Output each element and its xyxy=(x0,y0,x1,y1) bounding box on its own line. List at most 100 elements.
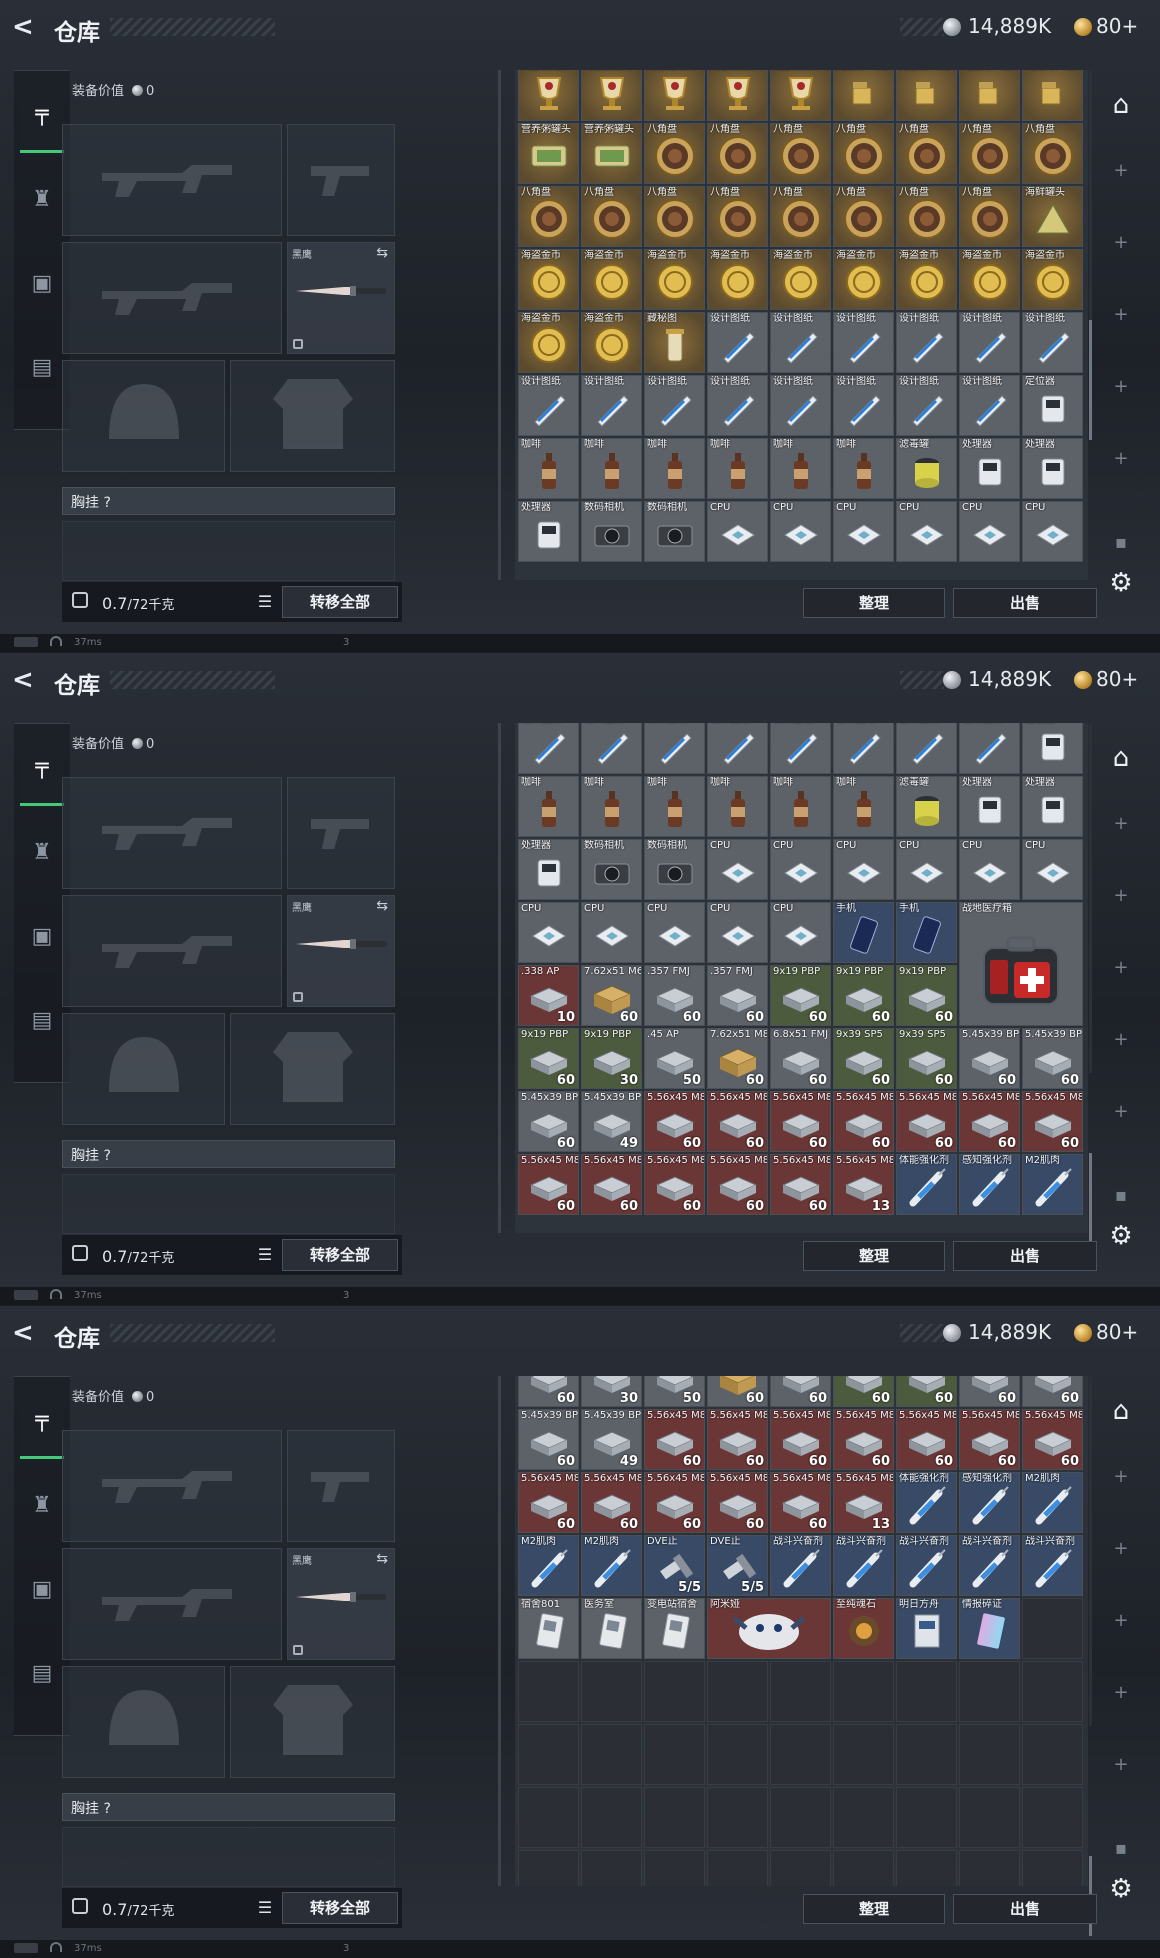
inventory-item[interactable]: CPU xyxy=(707,501,768,562)
inventory-item[interactable]: 5.45x39 BP 60 xyxy=(1022,1028,1083,1089)
inventory-item[interactable]: 战斗兴奋剂 xyxy=(896,1535,957,1596)
inventory-item[interactable]: 八角盘 xyxy=(644,123,705,184)
inventory-item[interactable]: 八角盘 xyxy=(581,186,642,247)
add-page-button[interactable]: + xyxy=(1108,1538,1134,1559)
inventory-item[interactable]: CPU xyxy=(644,902,705,963)
inventory-item[interactable]: 60 xyxy=(959,1376,1020,1407)
inventory-item[interactable]: 9x19 PBP 60 xyxy=(770,965,831,1026)
inventory-item[interactable]: CPU xyxy=(770,501,831,562)
inventory-item[interactable]: 八角盘 xyxy=(833,186,894,247)
inventory-item[interactable]: M2肌肉 xyxy=(518,1535,579,1596)
inventory-item[interactable]: 6.8x51 FMJ 60 xyxy=(770,1028,831,1089)
inventory-item[interactable]: 5.56x45 M855A1 60 xyxy=(833,1409,894,1470)
sidebar-backpack-tab[interactable]: ▣ xyxy=(20,245,64,321)
sidebar-weapon-tab[interactable]: ╤ xyxy=(20,1383,64,1459)
inventory-item[interactable]: 海盗金币 xyxy=(644,249,705,310)
inventory-item[interactable]: 滤毒罐 xyxy=(896,438,957,499)
add-page-button[interactable]: + xyxy=(1108,160,1134,181)
inventory-item[interactable]: 八角盘 xyxy=(770,123,831,184)
inventory-item[interactable]: DVE止 5/5 xyxy=(644,1535,705,1596)
inventory-item[interactable]: 设计图纸 xyxy=(644,723,705,774)
inventory-item[interactable]: 海盗金币 xyxy=(770,249,831,310)
inventory-item[interactable]: 处理器 xyxy=(959,438,1020,499)
inventory-item[interactable]: 定位器 xyxy=(1022,375,1083,436)
settings-button[interactable]: ⚙ xyxy=(1108,568,1134,598)
inventory-item[interactable]: CPU xyxy=(896,839,957,900)
inventory-item[interactable]: 战斗兴奋剂 xyxy=(959,1535,1020,1596)
inventory-item[interactable]: 5.56x45 M855A1 60 xyxy=(581,1154,642,1215)
secondary-weapon-slot[interactable] xyxy=(62,1548,282,1660)
inventory-item[interactable]: 八角盘 xyxy=(707,186,768,247)
inventory-item[interactable]: 5.56x45 M855A1 60 xyxy=(644,1091,705,1152)
pistol-slot[interactable] xyxy=(287,1430,395,1542)
inventory-item[interactable]: 海盗金币 xyxy=(833,249,894,310)
inventory-item[interactable]: 设计图纸 xyxy=(707,723,768,774)
inventory-item[interactable]: CPU xyxy=(1022,839,1083,900)
inventory-item[interactable]: 咖啡 xyxy=(707,438,768,499)
inventory-item[interactable]: 设计图纸 xyxy=(770,375,831,436)
inventory-item[interactable]: 咖啡 xyxy=(770,438,831,499)
sort-button[interactable]: 整理 xyxy=(803,1241,945,1271)
inventory-item[interactable]: 设计图纸 xyxy=(896,723,957,774)
inventory-item[interactable]: 咖啡 xyxy=(707,776,768,837)
inventory-item[interactable]: 感知强化剂 xyxy=(959,1472,1020,1533)
inventory-item[interactable]: 八角盘 xyxy=(770,186,831,247)
inventory-item[interactable]: 60 xyxy=(1022,1376,1083,1407)
inventory-item[interactable]: 战斗兴奋剂 xyxy=(833,1535,894,1596)
inventory-item[interactable]: 5.56x45 M855A1 60 xyxy=(644,1409,705,1470)
helmet-slot[interactable] xyxy=(62,1013,225,1125)
inventory-item[interactable]: 海盗金币 xyxy=(896,249,957,310)
inventory-item[interactable]: 海盗金币 xyxy=(518,312,579,373)
inventory-item[interactable]: 5.56x45 M855A1 60 xyxy=(959,1091,1020,1152)
inventory-item[interactable]: 手机 xyxy=(833,902,894,963)
knife-slot[interactable]: 黑鹰 ⇆ xyxy=(287,1548,395,1660)
inventory-item[interactable]: 设计图纸 xyxy=(770,312,831,373)
list-icon[interactable]: ☰ xyxy=(254,1245,276,1265)
inventory-item[interactable]: CPU xyxy=(770,902,831,963)
back-button[interactable]: < xyxy=(12,14,38,40)
inventory-item[interactable]: 5.56x45 M855A1 60 xyxy=(1022,1409,1083,1470)
inventory-item[interactable]: 阿瑟拉酒杯 xyxy=(644,70,705,121)
inventory-item[interactable]: 设计图纸 xyxy=(959,375,1020,436)
inventory-item[interactable]: 阿瑟拉酒杯 xyxy=(518,70,579,121)
inventory-item[interactable]: 数码相机 xyxy=(644,501,705,562)
inventory-item[interactable]: 咖啡 xyxy=(833,776,894,837)
scrollbar-thumb[interactable] xyxy=(1089,320,1092,440)
armor-slot[interactable] xyxy=(230,1013,395,1125)
inventory-item[interactable]: 海盗金币 xyxy=(707,249,768,310)
inventory-item[interactable]: 9x19 PBP 60 xyxy=(833,965,894,1026)
sidebar-toolbox-tab[interactable]: ▤ xyxy=(20,1635,64,1711)
inventory-item[interactable]: 咖啡 xyxy=(770,776,831,837)
inventory-item[interactable]: 设计图纸 xyxy=(896,375,957,436)
sidebar-backpack-tab[interactable]: ▣ xyxy=(20,1551,64,1627)
inventory-item[interactable]: 咖啡 xyxy=(581,438,642,499)
sidebar-armor-tab[interactable]: ♜ xyxy=(20,161,64,237)
inventory-item[interactable]: 八角盘 xyxy=(707,123,768,184)
inventory-item[interactable]: 营养粥罐头 xyxy=(581,123,642,184)
inventory-item[interactable]: CPU xyxy=(707,902,768,963)
inventory-item[interactable]: 设计图纸 xyxy=(707,312,768,373)
inventory-item[interactable]: 咖啡 xyxy=(833,438,894,499)
inventory-item[interactable]: 60 xyxy=(896,1376,957,1407)
inventory-item[interactable]: 处理器 xyxy=(518,501,579,562)
primary-weapon-slot[interactable] xyxy=(62,124,282,236)
inventory-item[interactable]: 咖啡 xyxy=(518,438,579,499)
inventory-item[interactable]: 海盗金币 xyxy=(959,249,1020,310)
sidebar-toolbox-tab[interactable]: ▤ xyxy=(20,982,64,1058)
inventory-item[interactable]: 纯金打火机 xyxy=(959,70,1020,121)
list-icon[interactable]: ☰ xyxy=(254,1898,276,1918)
inventory-item[interactable]: 9x19 PBP 60 xyxy=(518,1028,579,1089)
inventory-item[interactable]: 5.56x45 M855A1 60 xyxy=(833,1091,894,1152)
inventory-item[interactable]: 海鲜罐头 xyxy=(1022,186,1083,247)
inventory-item[interactable]: 5.56x45 M855A1 60 xyxy=(896,1091,957,1152)
inventory-item[interactable]: 5.56x45 M855A1 13 xyxy=(833,1472,894,1533)
inventory-item[interactable]: 设计图纸 xyxy=(833,312,894,373)
inventory-item[interactable]: 设计图纸 xyxy=(959,312,1020,373)
add-page-button[interactable]: + xyxy=(1108,1610,1134,1631)
inventory-item[interactable]: 海盗金币 xyxy=(581,249,642,310)
primary-weapon-slot[interactable] xyxy=(62,1430,282,1542)
chest-rig-slot[interactable]: 胸挂 ? xyxy=(62,1140,395,1168)
add-page-button[interactable]: + xyxy=(1108,304,1134,325)
inventory-item[interactable]: 咖啡 xyxy=(644,776,705,837)
helmet-slot[interactable] xyxy=(62,1666,225,1778)
